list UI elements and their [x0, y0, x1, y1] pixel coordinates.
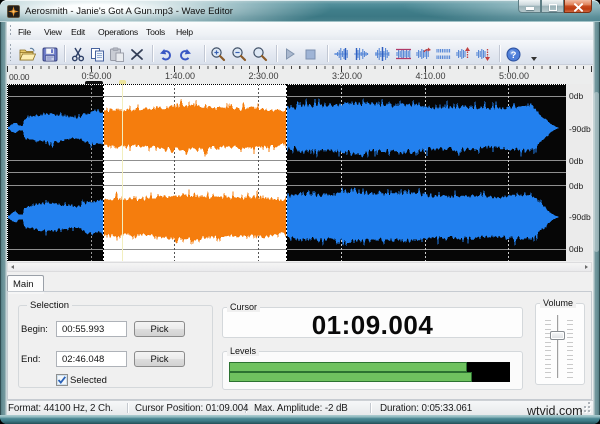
svg-text:?: ? — [511, 50, 517, 61]
